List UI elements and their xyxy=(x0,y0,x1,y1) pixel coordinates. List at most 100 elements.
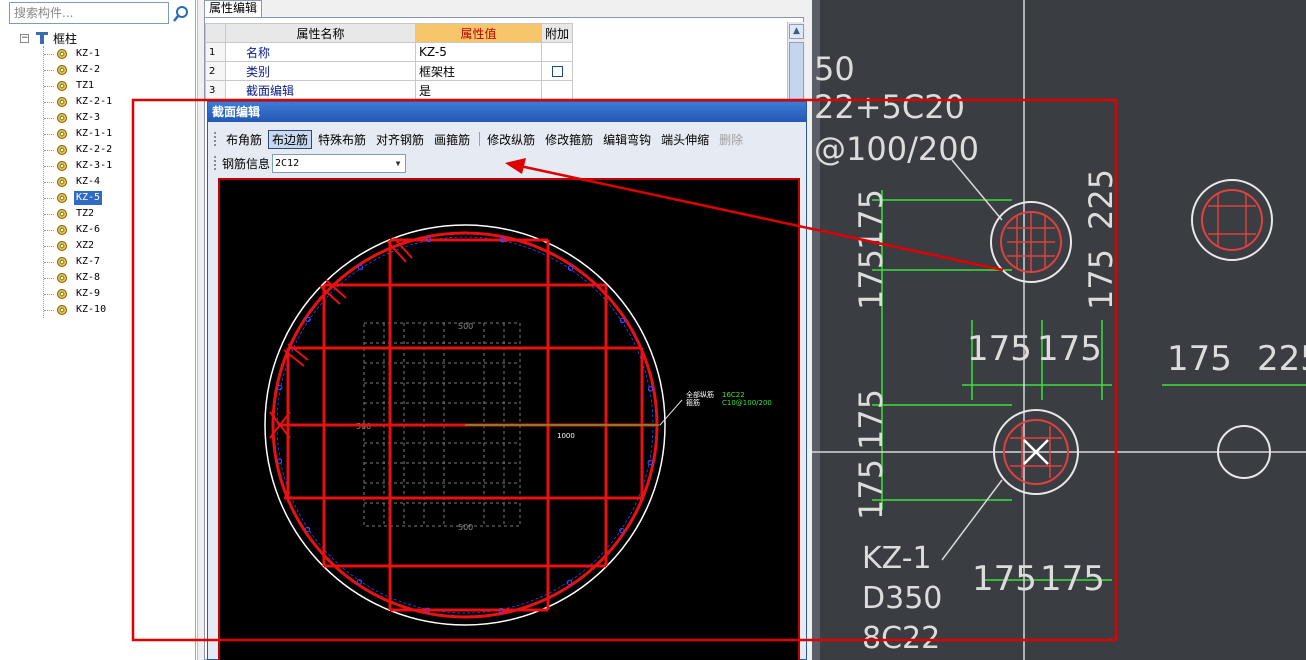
component-icon xyxy=(57,177,67,187)
tree-item-label: KZ-9 xyxy=(76,288,101,299)
component-icon xyxy=(57,193,67,203)
tree-item-label: KZ-3 xyxy=(76,112,101,123)
component-icon xyxy=(57,65,67,75)
search-icon[interactable] xyxy=(170,3,192,25)
component-icon xyxy=(57,113,67,123)
tree-item-label: KZ-1 xyxy=(76,48,101,59)
tree-item[interactable]: XZ2 xyxy=(44,238,96,254)
end-extend-button[interactable]: 端头伸缩 xyxy=(657,130,713,149)
modify-stirrup-button[interactable]: 修改箍筋 xyxy=(541,130,597,149)
tree-item-label: KZ-2 xyxy=(76,64,101,75)
tree-item[interactable]: KZ-7 xyxy=(44,254,102,270)
special-rebar-button[interactable]: 特殊布筋 xyxy=(314,130,370,149)
svg-text:8C22: 8C22 xyxy=(862,621,940,656)
component-icon xyxy=(57,129,67,139)
component-icon xyxy=(57,305,67,315)
annotation-label-1: 全部纵筋 xyxy=(686,390,714,399)
svg-text:50: 50 xyxy=(814,50,855,88)
align-rebar-button[interactable]: 对齐钢筋 xyxy=(372,130,428,149)
scroll-thumb[interactable] xyxy=(789,42,804,102)
component-icon xyxy=(57,289,67,299)
tree-item-label: KZ-4 xyxy=(76,176,101,187)
section-toolbar: 布角筋 布边筋 特殊布筋 对齐钢筋 画箍筋 修改纵筋 修改箍筋 编辑弯钩 端头伸… xyxy=(214,128,749,150)
svg-text:175: 175 xyxy=(1082,249,1120,310)
table-row[interactable]: 3 截面编辑 是 xyxy=(205,80,574,100)
app-window: 搜索构件... − 框柱 KZ-1 KZ-2 TZ1 KZ-2-1 KZ-3 KZ-1-1… xyxy=(0,0,1306,660)
svg-text:@100/200: @100/200 xyxy=(814,130,979,168)
tab-property-edit[interactable]: 属性编辑 xyxy=(204,0,263,17)
tree-item[interactable]: KZ-6 xyxy=(44,222,102,238)
component-icon xyxy=(57,81,67,91)
tree-item[interactable]: TZ1 xyxy=(44,78,96,94)
tree-root-frame-column[interactable]: − 框柱 xyxy=(20,30,77,46)
tree-item-label: KZ-10 xyxy=(76,304,107,315)
rebar-info-toolbar: 钢筋信息 2C12 ▼ xyxy=(214,152,407,174)
edit-hook-button[interactable]: 编辑弯钩 xyxy=(599,130,655,149)
svg-text:D350: D350 xyxy=(862,581,942,616)
tree-item-label: XZ2 xyxy=(76,240,95,251)
dim-length-label: 1000 xyxy=(557,432,575,440)
tree-item-label: TZ2 xyxy=(76,208,95,219)
svg-text:225: 225 xyxy=(1082,169,1120,230)
table-row[interactable]: 2 类别 框架柱 xyxy=(205,61,574,81)
component-icon xyxy=(57,273,67,283)
tree-item-label: KZ-6 xyxy=(76,224,101,235)
tree-item[interactable]: KZ-2-1 xyxy=(44,94,114,110)
tree-item[interactable]: KZ-2-2 xyxy=(44,142,114,158)
column-icon xyxy=(36,32,48,44)
tree-item[interactable]: KZ-3 xyxy=(44,110,102,126)
tree-item[interactable]: KZ-1 xyxy=(44,46,102,62)
tree-item-label: KZ-2-2 xyxy=(76,144,113,155)
tree-item[interactable]: KZ-10 xyxy=(44,302,108,318)
header-property-value: 属性值 xyxy=(415,23,542,43)
svg-text:175: 175 xyxy=(967,329,1032,369)
tree-item-label: KZ-7 xyxy=(76,256,101,267)
rebar-info-select[interactable]: 2C12 ▼ xyxy=(272,153,407,173)
dim-label-top: 500 xyxy=(458,322,473,331)
tree-item-label: KZ-5 xyxy=(74,191,103,205)
tree-item[interactable]: TZ2 xyxy=(44,206,96,222)
svg-text:KZ-1: KZ-1 xyxy=(862,541,932,576)
svg-text:175: 175 xyxy=(852,189,890,250)
scroll-up-icon[interactable]: ▲ xyxy=(789,24,804,39)
toolbar-grip[interactable] xyxy=(214,132,218,146)
section-canvas[interactable]: 500 500 500 1000 全部纵筋 16C22 箍筋 C10@100/2… xyxy=(218,178,800,660)
extra-checkbox[interactable] xyxy=(551,66,563,77)
svg-text:175: 175 xyxy=(852,459,890,520)
toolbar-grip[interactable] xyxy=(214,156,218,170)
tree-item[interactable]: KZ-1-1 xyxy=(44,126,114,142)
chevron-down-icon[interactable]: ▼ xyxy=(391,154,406,172)
component-icon xyxy=(57,241,67,251)
edge-rebar-button[interactable]: 布边筋 xyxy=(268,129,313,149)
tree-item[interactable]: KZ-2 xyxy=(44,62,102,78)
modify-longitudinal-button[interactable]: 修改纵筋 xyxy=(483,130,539,149)
svg-text:175: 175 xyxy=(1037,329,1102,369)
tree-root-label: 框柱 xyxy=(53,31,78,46)
collapse-icon[interactable]: − xyxy=(20,33,29,43)
table-row[interactable]: 1 名称 KZ-5 xyxy=(205,42,574,62)
tree-item-label: KZ-2-1 xyxy=(76,96,113,107)
header-extra: 附加 xyxy=(540,23,574,43)
dialog-title[interactable]: 截面编辑 xyxy=(208,102,806,122)
tree-item-label: KZ-3-1 xyxy=(76,160,113,171)
tree-item[interactable]: KZ-9 xyxy=(44,286,102,302)
tree-item[interactable]: KZ-5 xyxy=(44,190,103,206)
delete-button[interactable]: 删除 xyxy=(715,130,747,149)
svg-text:225: 225 xyxy=(1257,339,1306,379)
search-input[interactable]: 搜索构件... xyxy=(9,2,169,24)
component-icon xyxy=(57,97,67,107)
dim-label-bottom: 500 xyxy=(458,523,473,532)
component-icon xyxy=(57,257,67,267)
tree-item[interactable]: KZ-8 xyxy=(44,270,102,286)
component-icon xyxy=(57,209,67,219)
rebar-dot[interactable] xyxy=(647,459,653,466)
tree-item[interactable]: KZ-4 xyxy=(44,174,102,190)
tree-item[interactable]: KZ-3-1 xyxy=(44,158,114,174)
component-icon xyxy=(57,225,67,235)
corner-rebar-button[interactable]: 布角筋 xyxy=(222,130,266,149)
draw-stirrup-button[interactable]: 画箍筋 xyxy=(430,130,474,149)
component-icon xyxy=(57,49,67,59)
component-icon xyxy=(57,145,67,155)
svg-text:175: 175 xyxy=(852,249,890,310)
rebar-dot[interactable] xyxy=(277,384,283,391)
